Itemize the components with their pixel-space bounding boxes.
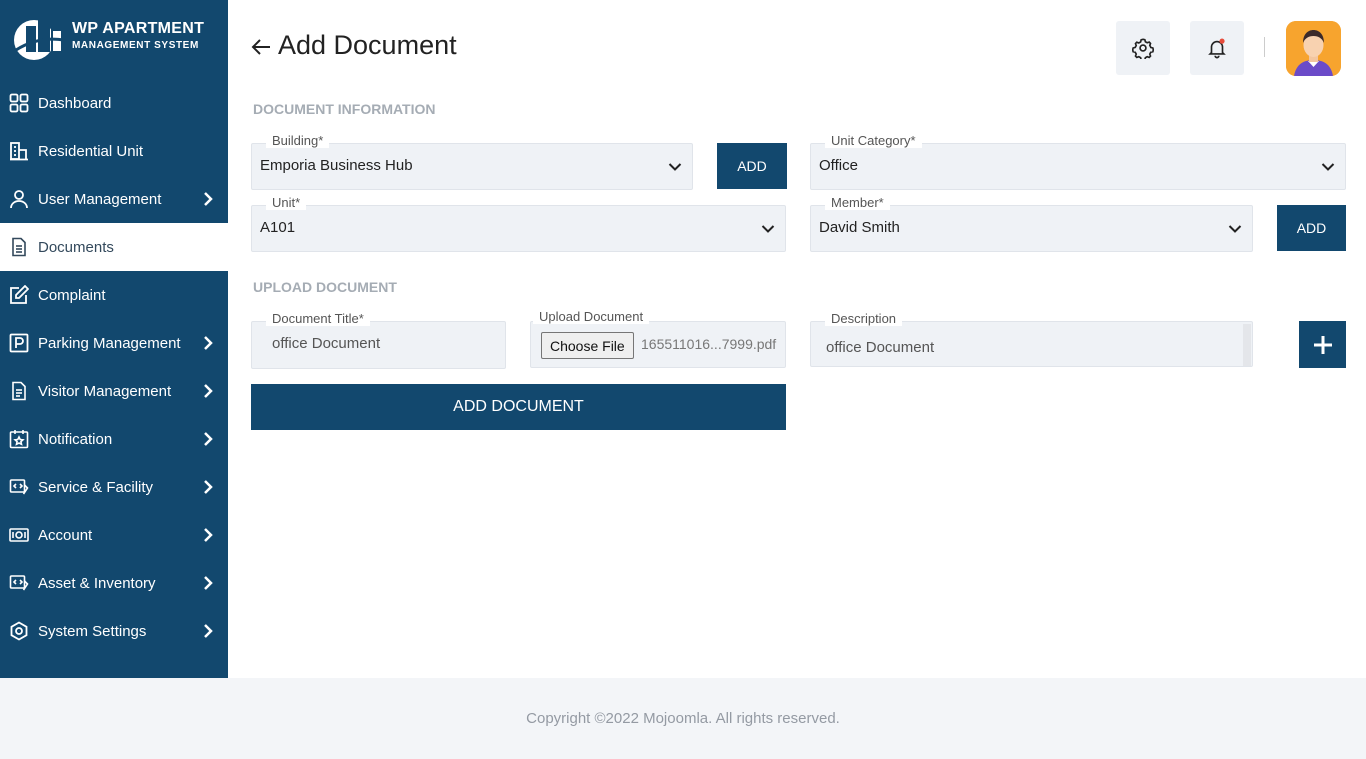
gear-icon [1132, 38, 1154, 59]
upload-document-field: Upload Document Choose File 165511016...… [530, 310, 786, 368]
sidebar-item-parking-management[interactable]: Parking Management [0, 319, 228, 367]
sidebar-item-label: Service & Facility [38, 478, 154, 496]
header-divider [1264, 37, 1265, 57]
member-label: Member* [825, 196, 890, 210]
description-value: office Document [826, 339, 935, 356]
section-heading-upload-document: UPLOAD DOCUMENT [253, 279, 397, 295]
sidebar-item-asset-inventory[interactable]: Asset & Inventory [0, 559, 228, 607]
logo-building-icon [14, 20, 65, 60]
add-member-button[interactable]: ADD [1277, 205, 1346, 251]
sidebar-item-documents[interactable]: Documents [0, 223, 228, 271]
chevron-down-icon [761, 225, 775, 233]
sidebar-item-label: User Management [38, 190, 162, 208]
sidebar-item-label: Notification [38, 430, 113, 448]
parking-icon [8, 332, 30, 354]
settings-eye-icon [8, 620, 30, 642]
sidebar-item-label: Documents [38, 238, 114, 256]
brand-title: WP APARTMENT [72, 20, 205, 37]
add-document-button[interactable]: ADD DOCUMENT [251, 384, 786, 430]
sidebar-item-label: Residential Unit [38, 142, 144, 160]
sidebar-nav: Dashboard Residential Unit User Manageme… [0, 79, 228, 655]
add-building-button[interactable]: ADD [717, 143, 787, 189]
unit-category-value: Office [819, 157, 858, 174]
brand-subtitle: MANAGEMENT SYSTEM [72, 40, 199, 51]
sidebar-item-dashboard[interactable]: Dashboard [0, 79, 228, 127]
sidebar-item-account[interactable]: Account [0, 511, 228, 559]
file-name: 165511016...7999.pdf [641, 336, 777, 352]
plus-icon [1313, 335, 1332, 354]
chevron-down-icon [1228, 225, 1242, 233]
unit-category-select[interactable]: Unit Category* Office [810, 134, 1346, 190]
user-icon [8, 188, 30, 210]
document-title-value: office Document [272, 335, 381, 352]
document-title-label: Document Title* [266, 312, 370, 326]
chevron-right-icon [204, 624, 213, 638]
visitor-icon [8, 380, 30, 402]
brand-logo[interactable]: WP APARTMENT MANAGEMENT SYSTEM [10, 12, 220, 62]
description-scrollbar[interactable] [1243, 324, 1251, 366]
back-arrow-icon[interactable] [250, 36, 272, 58]
chevron-right-icon [204, 480, 213, 494]
avatar[interactable] [1286, 21, 1341, 76]
sidebar-item-notification[interactable]: Notification [0, 415, 228, 463]
member-select[interactable]: Member* David Smith [810, 196, 1253, 252]
sidebar-item-label: System Settings [38, 622, 147, 640]
footer: Copyright ©2022 Mojoomla. All rights res… [0, 678, 1366, 759]
sidebar-item-complaint[interactable]: Complaint [0, 271, 228, 319]
chevron-right-icon [204, 336, 213, 350]
unit-category-label: Unit Category* [825, 134, 922, 148]
user-avatar-icon [1286, 21, 1341, 76]
copyright-text: Copyright ©2022 Mojoomla. All rights res… [526, 710, 840, 727]
edit-icon [8, 284, 30, 306]
asset-icon [8, 572, 30, 594]
sidebar-item-user-management[interactable]: User Management [0, 175, 228, 223]
sidebar-item-service-facility[interactable]: Service & Facility [0, 463, 228, 511]
chevron-right-icon [204, 432, 213, 446]
sidebar-item-residential-unit[interactable]: Residential Unit [0, 127, 228, 175]
sidebar-item-label: Complaint [38, 286, 106, 304]
building-icon [8, 140, 30, 162]
unit-value: A101 [260, 219, 296, 236]
upload-document-label: Upload Document [533, 310, 650, 324]
main-content: Add Document DOCUMENT INFORMATION Buildi… [228, 0, 1366, 678]
settings-button[interactable] [1116, 21, 1170, 75]
chevron-right-icon [204, 576, 213, 590]
building-select[interactable]: Building* Emporia Business Hub [251, 134, 693, 190]
sidebar: WP APARTMENT MANAGEMENT SYSTEM Dashboard… [0, 0, 228, 678]
calendar-star-icon [8, 428, 30, 450]
notification-button[interactable] [1190, 21, 1244, 75]
sidebar-item-label: Asset & Inventory [38, 574, 156, 592]
unit-select[interactable]: Unit* A101 [251, 196, 786, 252]
description-textarea[interactable]: Description office Document [810, 312, 1253, 367]
unit-label: Unit* [266, 196, 307, 210]
chevron-down-icon [668, 163, 682, 171]
building-value: Emporia Business Hub [260, 157, 413, 174]
page-title: Add Document [278, 30, 457, 60]
dashboard-icon [8, 92, 30, 114]
choose-file-button[interactable]: Choose File [541, 332, 634, 359]
sidebar-item-label: Dashboard [38, 94, 112, 112]
document-title-input[interactable]: Document Title* office Document [251, 312, 506, 369]
chevron-right-icon [204, 192, 213, 206]
sidebar-item-label: Account [38, 526, 93, 544]
member-value: David Smith [819, 219, 900, 236]
document-icon [8, 236, 30, 258]
description-label: Description [825, 312, 903, 326]
chevron-right-icon [204, 384, 213, 398]
sidebar-item-label: Parking Management [38, 334, 181, 352]
sidebar-item-system-settings[interactable]: System Settings [0, 607, 228, 655]
chevron-right-icon [204, 528, 213, 542]
sidebar-item-label: Visitor Management [38, 382, 172, 400]
section-heading-document-information: DOCUMENT INFORMATION [253, 101, 436, 117]
building-label: Building* [266, 134, 330, 148]
money-icon [8, 524, 30, 546]
sidebar-item-visitor-management[interactable]: Visitor Management [0, 367, 228, 415]
bell-icon [1208, 38, 1226, 59]
chevron-down-icon [1321, 163, 1335, 171]
add-row-button[interactable] [1299, 321, 1346, 368]
service-icon [8, 476, 30, 498]
